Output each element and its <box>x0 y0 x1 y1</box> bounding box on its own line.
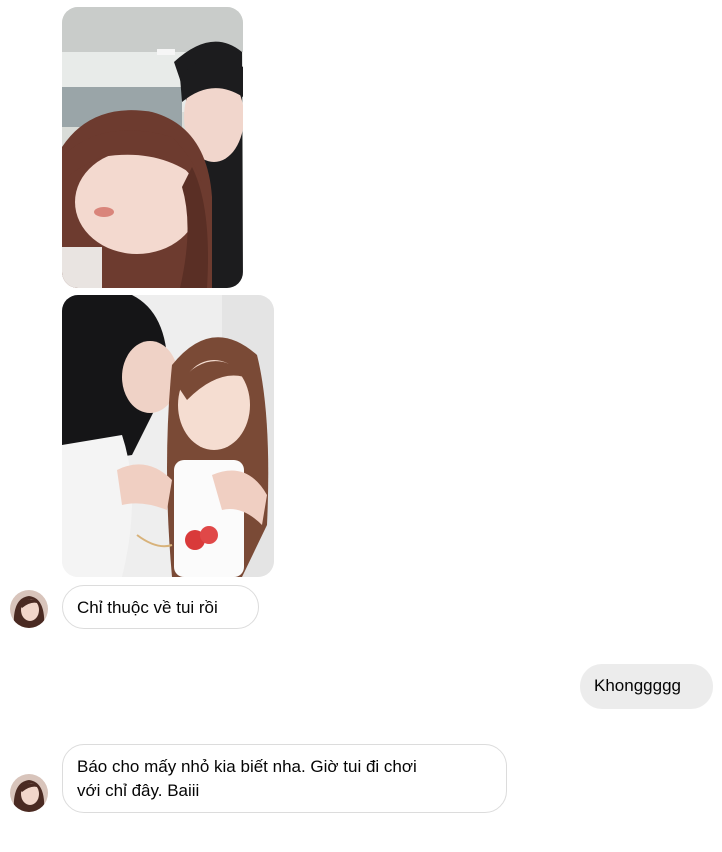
message-text-line-2: với chỉ đây. Baiii <box>77 781 200 800</box>
photo-message-1[interactable] <box>62 7 243 288</box>
contact-avatar[interactable] <box>10 774 48 812</box>
photo-selfie-2-image <box>62 295 274 577</box>
message-bubble-outgoing[interactable]: Khonggggg <box>580 664 713 709</box>
photo-message-2[interactable] <box>62 295 274 577</box>
photo-selfie-1-image <box>62 7 243 288</box>
message-text-line-1: Báo cho mấy nhỏ kia biết nha. Giờ tui đi… <box>77 757 417 776</box>
contact-avatar[interactable] <box>10 590 48 628</box>
message-bubble-incoming[interactable]: Chỉ thuộc về tui rồi <box>62 585 259 629</box>
message-text: Khonggggg <box>594 676 681 695</box>
message-bubble-incoming[interactable]: Báo cho mấy nhỏ kia biết nha. Giờ tui đi… <box>62 744 507 813</box>
message-text: Chỉ thuộc về tui rồi <box>77 598 218 617</box>
chat-thread: Chỉ thuộc về tui rồi Khonggggg Báo cho m… <box>0 0 722 852</box>
avatar-image <box>10 774 48 812</box>
avatar-image <box>10 590 48 628</box>
